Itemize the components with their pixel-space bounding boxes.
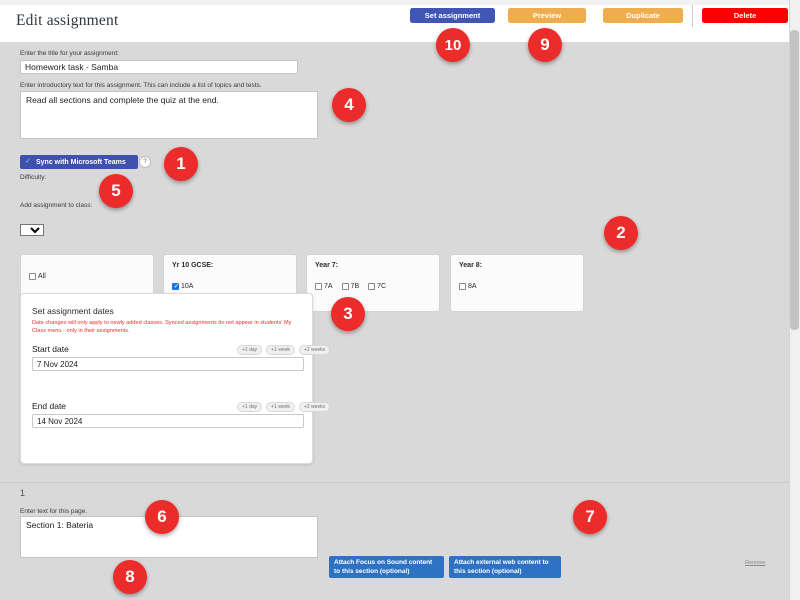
- annotation-badge-7: 7: [573, 500, 607, 534]
- end-plus-1-day-pill[interactable]: +1 day: [237, 402, 263, 412]
- preview-button[interactable]: Preview: [508, 8, 586, 23]
- toolbar-divider: [692, 5, 693, 27]
- annotation-badge-6: 6: [145, 500, 179, 534]
- dates-warning-text: Date changes will only apply to newly ad…: [32, 320, 292, 335]
- intro-field-label: Enter introductory text for this assignm…: [20, 82, 262, 89]
- annotation-badge-8: 8: [113, 560, 147, 594]
- class-box-year-7[interactable]: Year 7: 7A 7B 7C: [306, 254, 440, 312]
- sync-check-icon: ✓: [24, 158, 32, 166]
- checkbox-checked-icon[interactable]: [172, 282, 180, 291]
- class-checkbox-7b[interactable]: 7B: [341, 283, 360, 290]
- add-to-class-label: Add assignment to class:: [20, 202, 93, 209]
- class-box-year-8[interactable]: Year 8: 8A: [450, 254, 584, 312]
- class-box-year-8-title: Year 8:: [459, 262, 482, 269]
- class-box-year-8-options: 8A: [459, 283, 477, 290]
- annotation-badge-4: 4: [332, 88, 366, 122]
- dates-panel-title: Set assignment dates: [32, 306, 114, 316]
- start-plus-2-weeks-pill[interactable]: +2 weeks: [298, 345, 331, 355]
- assignment-dates-panel: Set assignment dates Date changes will o…: [20, 293, 331, 464]
- form-body: Enter the title for your assignment: Ent…: [0, 42, 789, 600]
- difficulty-select[interactable]: 12345: [20, 224, 44, 236]
- checkbox-icon[interactable]: [315, 283, 322, 290]
- annotation-badge-1: 1: [164, 147, 198, 181]
- class-checkbox-7a-label: 7A: [324, 283, 333, 290]
- class-checkbox-7c-label: 7C: [377, 283, 387, 290]
- start-date-quick-pills: +1 day +1 week +2 weeks: [237, 345, 331, 355]
- class-checkbox-10a[interactable]: 10A: [172, 282, 194, 291]
- class-box-year-7-title: Year 7:: [315, 262, 338, 269]
- delete-button[interactable]: Delete: [702, 8, 788, 23]
- start-plus-1-day-pill[interactable]: +1 day: [237, 345, 263, 355]
- class-checkbox-8a-label: 8A: [468, 283, 477, 290]
- section-divider: [0, 482, 789, 483]
- start-plus-1-week-pill[interactable]: +1 week: [266, 345, 295, 355]
- set-assignment-button[interactable]: Set assignment: [410, 8, 495, 23]
- end-date-input[interactable]: [32, 414, 304, 428]
- sync-microsoft-teams-button[interactable]: Sync with Microsoft Teams: [20, 155, 138, 169]
- page-header: Edit assignment Set assignment Preview D…: [0, 0, 789, 42]
- scrollbar-thumb[interactable]: [790, 30, 799, 330]
- annotation-badge-5: 5: [99, 174, 133, 208]
- section-number: 1: [20, 488, 26, 498]
- class-checkbox-all-label: All: [38, 273, 46, 280]
- end-plus-1-week-pill[interactable]: +1 week: [266, 402, 295, 412]
- checkbox-icon[interactable]: [29, 273, 36, 280]
- attach-external-web-button[interactable]: Attach external web content to this sect…: [449, 556, 561, 578]
- class-box-year-7-options: 7A 7B 7C: [315, 283, 386, 290]
- remove-section-link[interactable]: Remove: [745, 560, 765, 566]
- end-date-quick-pills: +1 day +1 week +2 weeks: [237, 402, 331, 412]
- class-checkbox-7a[interactable]: 7A: [315, 283, 333, 290]
- end-plus-2-weeks-pill[interactable]: +2 weeks: [298, 402, 331, 412]
- class-checkbox-7b-label: 7B: [350, 283, 360, 290]
- annotation-badge-2: 2: [604, 216, 638, 250]
- annotation-badge-3: 3: [331, 297, 365, 331]
- checkbox-icon[interactable]: [459, 283, 466, 290]
- checkbox-icon[interactable]: [368, 283, 376, 290]
- class-checkbox-8a[interactable]: 8A: [459, 283, 477, 290]
- class-checkbox-10a-label: 10A: [181, 283, 194, 290]
- page-title: Edit assignment: [16, 12, 119, 29]
- checkbox-icon[interactable]: [341, 283, 349, 290]
- page-scrollbar[interactable]: [789, 0, 800, 600]
- assignment-title-input[interactable]: [20, 60, 298, 74]
- page-text-label: Enter text for this page.: [20, 508, 88, 515]
- header-top-strip: [0, 0, 789, 5]
- start-date-input[interactable]: [32, 357, 304, 371]
- end-date-label: End date: [32, 401, 67, 411]
- annotation-badge-10: 10: [436, 28, 470, 62]
- class-box-yr10-gcse-options: 10A: [172, 282, 194, 291]
- attach-focus-on-sound-button[interactable]: Attach Focus on Sound content to this se…: [329, 556, 444, 578]
- title-field-label: Enter the title for your assignment:: [20, 50, 119, 57]
- help-icon[interactable]: ?: [139, 156, 151, 168]
- class-checkbox-7c[interactable]: 7C: [368, 283, 386, 290]
- class-checkbox-all[interactable]: All: [29, 273, 46, 280]
- duplicate-button[interactable]: Duplicate: [603, 8, 683, 23]
- app-window: Edit assignment Set assignment Preview D…: [0, 0, 800, 600]
- start-date-label: Start date: [32, 344, 69, 354]
- annotation-badge-9: 9: [528, 28, 562, 62]
- class-box-all-options: All: [29, 273, 46, 280]
- difficulty-label: Difficulty:: [20, 174, 47, 181]
- class-box-yr10-gcse-title: Yr 10 GCSE:: [172, 262, 214, 269]
- intro-text-textarea[interactable]: [20, 91, 318, 139]
